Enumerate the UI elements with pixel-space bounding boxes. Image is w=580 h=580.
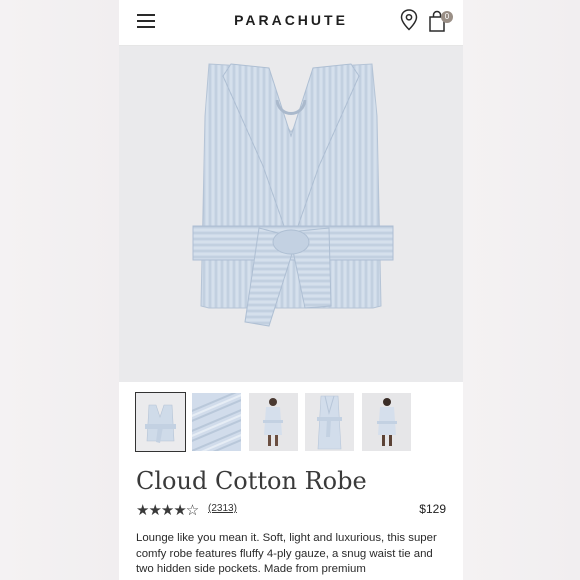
cart-count-badge: 0	[441, 11, 453, 23]
rating-row: ★★★★☆ (2313) $129	[136, 501, 446, 519]
thumbnail-gallery	[135, 392, 446, 453]
left-margin	[0, 0, 119, 580]
product-main-image[interactable]	[119, 46, 463, 382]
product-price: $129	[419, 502, 446, 516]
right-margin	[461, 0, 580, 580]
site-header: PARACHUTE 0	[119, 0, 463, 46]
thumbnail-fabric-detail[interactable]	[192, 393, 241, 451]
map-pin-icon[interactable]	[400, 9, 418, 31]
product-title: Cloud Cotton Robe	[136, 467, 367, 495]
product-description: Lounge like you mean it. Soft, light and…	[136, 532, 437, 575]
mobile-page: PARACHUTE 0 Cloud Cotton Robe ★★★★☆ (231…	[119, 0, 463, 580]
thumbnail-robe-folded[interactable]	[135, 392, 186, 452]
thumbnail-model-front[interactable]	[249, 393, 298, 451]
star-rating-icon: ★★★★☆	[136, 502, 199, 519]
thumbnail-robe-hanging[interactable]	[305, 393, 354, 451]
shopping-bag-icon[interactable]: 0	[428, 8, 454, 32]
reviews-link[interactable]: (2313)	[208, 503, 237, 514]
thumbnail-model-back[interactable]	[362, 393, 411, 451]
robe-image	[192, 63, 394, 327]
